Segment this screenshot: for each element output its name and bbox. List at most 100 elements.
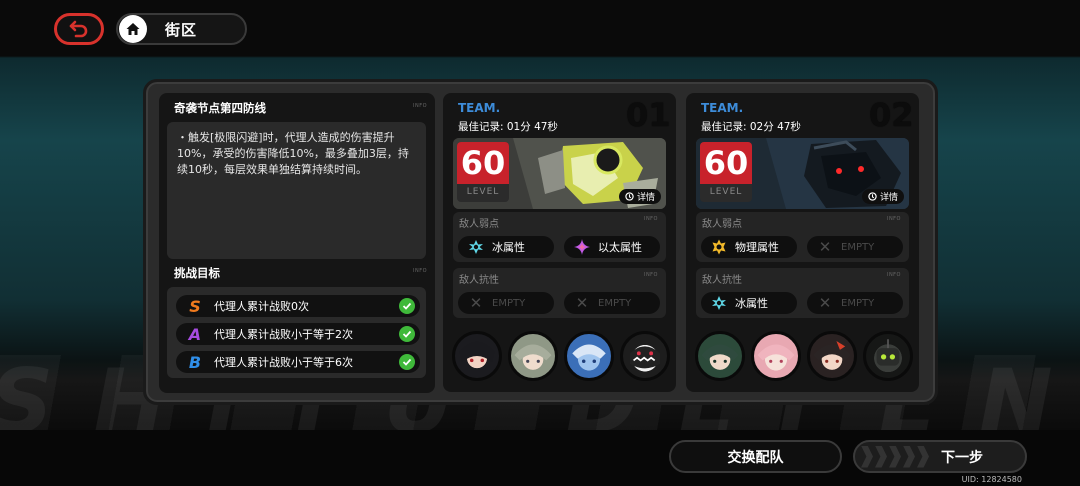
attribute-label: EMPTY	[841, 241, 875, 253]
info-tag: INFO	[413, 268, 428, 274]
best-record: 最佳记录: 02分 47秒	[701, 121, 801, 133]
challenge-title: 奇袭节点第四防线	[174, 101, 266, 115]
agent-portrait	[757, 344, 795, 363]
team-number: 01	[626, 96, 671, 134]
agent-portrait	[459, 341, 495, 363]
check-icon	[399, 326, 415, 342]
best-record: 最佳记录: 01分 47秒	[458, 121, 558, 133]
home-button[interactable]	[119, 15, 147, 43]
attribute-label: 冰属性	[735, 297, 768, 310]
agent-portrait	[572, 344, 606, 364]
info-icon	[868, 192, 877, 201]
agent-portrait	[514, 344, 552, 363]
info-tag: INFO	[886, 272, 901, 278]
detail-label: 详情	[636, 193, 655, 203]
page-title: 街区	[165, 20, 198, 39]
info-tag: INFO	[886, 216, 901, 222]
boss-preview[interactable]: 60 LEVEL 详情	[453, 138, 666, 209]
resistance-title: 敌人抗性	[702, 275, 742, 286]
detail-label: 详情	[879, 193, 898, 203]
enemy-weakness-box: 敌人弱点 INFO 冰属性 以太属性	[453, 212, 666, 262]
x-icon: ✕	[575, 294, 589, 312]
team-number: 02	[869, 96, 914, 134]
attribute-label: EMPTY	[492, 297, 526, 309]
agent-portrait	[876, 339, 900, 366]
ice-icon	[711, 295, 727, 311]
attribute-chip[interactable]: 以太属性	[564, 236, 660, 258]
level-badge: 60 LEVEL	[457, 142, 509, 202]
level-label: LEVEL	[466, 187, 500, 197]
agent-portrait	[813, 341, 851, 363]
grade-b-badge: B	[188, 352, 202, 372]
home-icon	[126, 23, 140, 35]
agent-avatar[interactable]	[807, 331, 857, 381]
attribute-chip[interactable]: 冰属性	[701, 292, 797, 314]
ice-icon	[468, 239, 484, 255]
agent-avatar[interactable]	[695, 331, 745, 381]
agent-avatar[interactable]	[620, 331, 670, 381]
level-number: 60	[700, 142, 752, 184]
ether-icon	[574, 239, 590, 255]
buff-description: ・触发[极限闪避]时，代理人造成的伤害提升10%，承受的伤害降低10%，最多叠加…	[167, 122, 426, 259]
uid-label: UID: 12824580	[961, 475, 1022, 484]
agent-avatar[interactable]	[751, 331, 801, 381]
check-icon	[399, 354, 415, 370]
grade-s-badge: S	[189, 296, 201, 316]
attribute-chip-empty: ✕ EMPTY	[807, 292, 903, 314]
team-label: TEAM.	[701, 101, 744, 115]
agent-avatar[interactable]	[508, 331, 558, 381]
info-tag: INFO	[643, 272, 658, 278]
agent-portrait	[630, 346, 660, 369]
check-icon	[399, 298, 415, 314]
enemy-resistance-box: 敌人抗性 INFO ✕ EMPTY ✕ EMPTY	[453, 268, 666, 318]
detail-button[interactable]: 详情	[618, 189, 661, 204]
agent-avatar[interactable]	[452, 331, 502, 381]
goal-item: S 代理人累计战败0次	[176, 295, 420, 317]
x-icon: ✕	[818, 238, 832, 256]
attribute-chip[interactable]: 物理属性	[701, 236, 797, 258]
x-icon: ✕	[818, 294, 832, 312]
level-badge: 60 LEVEL	[700, 142, 752, 202]
attribute-chip-empty: ✕ EMPTY	[564, 292, 660, 314]
back-arrow-icon	[69, 20, 88, 38]
breadcrumb[interactable]: 街区	[116, 13, 247, 45]
info-tag: INFO	[643, 216, 658, 222]
resistance-title: 敌人抗性	[459, 275, 499, 286]
goal-text: 代理人累计战败0次	[214, 300, 309, 313]
attribute-label: EMPTY	[841, 297, 875, 309]
attribute-label: 冰属性	[492, 241, 525, 254]
goal-item: A 代理人累计战败小于等于2次	[176, 323, 420, 345]
attribute-chip[interactable]: 冰属性	[458, 236, 554, 258]
goals-title: 挑战目标	[174, 266, 220, 280]
grade-a-badge: A	[188, 324, 202, 344]
weakness-title: 敌人弱点	[702, 219, 742, 230]
weakness-title: 敌人弱点	[459, 219, 499, 230]
goal-text: 代理人累计战败小于等于6次	[214, 356, 353, 369]
agent-avatar[interactable]	[863, 331, 913, 381]
attribute-label: 物理属性	[735, 241, 779, 254]
swap-team-label: 交换配队	[727, 449, 784, 466]
info-tag: INFO	[413, 103, 428, 109]
level-number: 60	[457, 142, 509, 184]
physical-icon	[711, 239, 727, 255]
next-label: 下一步	[941, 449, 983, 466]
enemy-weakness-box: 敌人弱点 INFO 物理属性 ✕ EMPTY	[696, 212, 909, 262]
x-icon: ✕	[469, 294, 483, 312]
goal-text: 代理人累计战败小于等于2次	[214, 328, 353, 341]
info-icon	[625, 192, 634, 201]
next-button[interactable]: 下一步	[853, 440, 1027, 473]
boss-preview[interactable]: 60 LEVEL 详情	[696, 138, 909, 209]
agent-avatar[interactable]	[564, 331, 614, 381]
swap-team-button[interactable]: 交换配队	[669, 440, 842, 473]
chevron-right-icon	[861, 445, 931, 468]
goal-item: B 代理人累计战败小于等于6次	[176, 351, 420, 373]
level-label: LEVEL	[709, 187, 743, 197]
attribute-chip-empty: ✕ EMPTY	[807, 236, 903, 258]
attribute-label: 以太属性	[598, 241, 642, 254]
enemy-resistance-box: 敌人抗性 INFO 冰属性 ✕ EMPTY	[696, 268, 909, 318]
back-button[interactable]	[54, 13, 104, 45]
attribute-chip-empty: ✕ EMPTY	[458, 292, 554, 314]
agent-portrait	[701, 344, 739, 363]
team-label: TEAM.	[458, 101, 501, 115]
detail-button[interactable]: 详情	[861, 189, 904, 204]
